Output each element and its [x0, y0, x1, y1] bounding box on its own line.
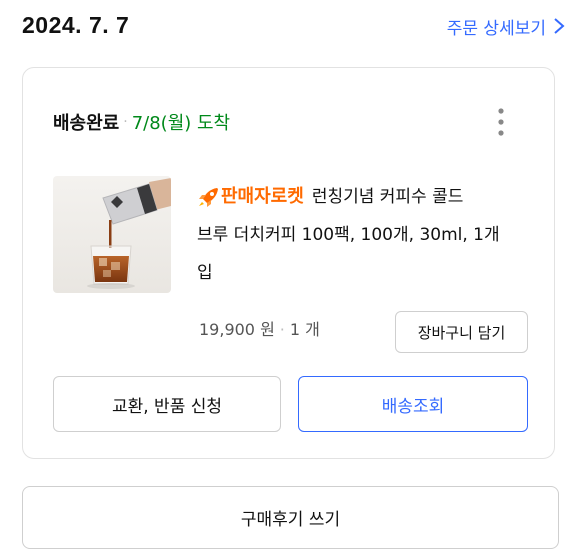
write-review-button[interactable]: 구매후기 쓰기: [22, 486, 559, 549]
add-to-cart-button[interactable]: 장바구니 담기: [395, 311, 528, 353]
product-name-line-3: 입: [197, 263, 213, 283]
coffee-pouch-image: [53, 176, 171, 293]
product-image[interactable]: [53, 176, 171, 293]
order-detail-link[interactable]: 주문 상세보기: [447, 14, 546, 39]
arrival-date: 7/8(월) 도착: [131, 113, 231, 134]
shipment-status: 배송완료 · 7/8(월) 도착: [53, 110, 230, 134]
product-price: 19,900 원: [199, 320, 275, 339]
product-quantity: 1 개: [289, 320, 320, 339]
status-separator: ·: [123, 114, 128, 130]
order-date: 2024. 7. 7: [22, 12, 130, 38]
price-quantity-row: 19,900 원 · 1 개: [199, 316, 320, 340]
track-delivery-button[interactable]: 배송조회: [298, 376, 528, 432]
more-options-icon[interactable]: [496, 106, 506, 138]
exchange-return-button[interactable]: 교환, 반품 신청: [53, 376, 281, 432]
product-name-line-1: 판매자로켓 런칭기념 커피수 콜드: [197, 178, 537, 216]
rocket-icon: [199, 188, 218, 207]
rocket-badge: 판매자로켓: [197, 178, 304, 216]
product-name-text: 런칭기념 커피수 콜드: [311, 187, 464, 207]
chevron-right-icon[interactable]: [552, 14, 566, 38]
order-card: 배송완료 · 7/8(월) 도착 판매자로켓 런칭기념 커피수 콜드 브루 더치…: [22, 67, 555, 459]
delivery-status-label: 배송완료: [53, 113, 120, 134]
product-info[interactable]: 판매자로켓 런칭기념 커피수 콜드 브루 더치커피 100팩, 100개, 30…: [197, 178, 537, 292]
price-separator: ·: [279, 320, 285, 339]
product-name-line-2: 브루 더치커피 100팩, 100개, 30ml, 1개: [197, 225, 500, 245]
rocket-badge-label: 판매자로켓: [221, 186, 304, 207]
order-header: 2024. 7. 7 주문 상세보기: [0, 0, 580, 56]
